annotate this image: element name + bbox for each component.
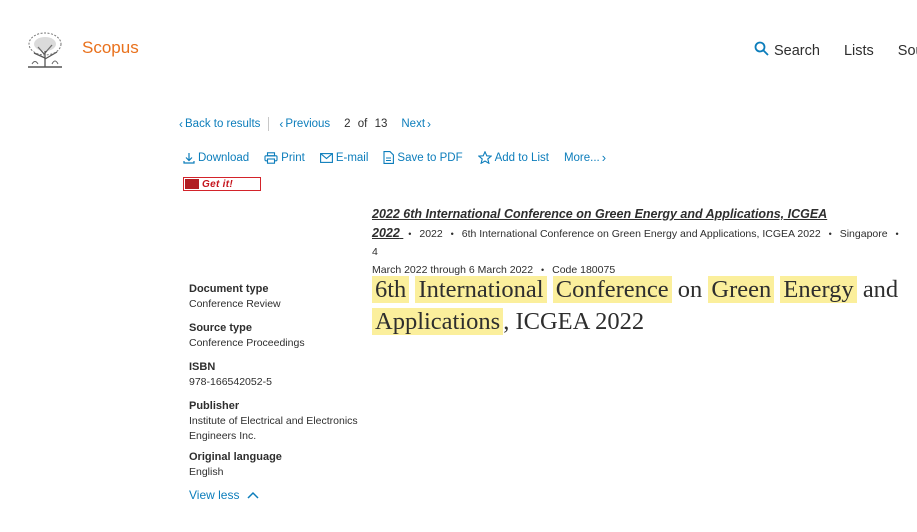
- chevron-right-icon: ›: [601, 150, 607, 165]
- pdf-icon: [383, 151, 395, 164]
- source-year: 2022: [419, 228, 443, 240]
- download-icon: [183, 152, 195, 164]
- download-label: Download: [198, 151, 250, 164]
- title-word: and: [862, 276, 899, 303]
- meta-publisher: Publisher Institute of Electrical and El…: [189, 399, 369, 444]
- title-word: Conference: [552, 276, 672, 303]
- previous-link[interactable]: Previous: [285, 118, 330, 130]
- meta-source-type: Source type Conference Proceedings: [189, 321, 369, 351]
- title-suffix: , ICGEA 2022: [503, 308, 645, 335]
- result-current: 2: [344, 118, 351, 130]
- save-pdf-button[interactable]: Save to PDF: [383, 151, 463, 164]
- source-location: Singapore: [839, 228, 888, 240]
- add-to-list-label: Add to List: [494, 151, 549, 164]
- download-button[interactable]: Download: [183, 152, 249, 164]
- get-it-logo-icon: [185, 179, 199, 189]
- document-title: 6th International Conference on Green En…: [372, 274, 912, 338]
- email-button[interactable]: E-mail: [319, 151, 369, 164]
- meta-isbn: ISBN 978-166542052-5: [189, 360, 369, 390]
- title-word: on: [677, 276, 703, 303]
- chevron-left-icon: ‹: [279, 117, 284, 131]
- add-to-list-button[interactable]: Add to List: [477, 151, 549, 164]
- bullet: •: [408, 229, 412, 239]
- document-actions: Download Print E-mail Save to PDF Add to…: [183, 150, 621, 165]
- view-less-label: View less: [189, 488, 240, 502]
- email-label: E-mail: [335, 151, 369, 164]
- source-title-line1: 2022 6th International Conference on Gre…: [372, 207, 828, 221]
- print-label: Print: [281, 151, 305, 164]
- star-icon: [477, 151, 492, 164]
- elsevier-logo[interactable]: [24, 31, 66, 69]
- next-link[interactable]: Next: [401, 118, 425, 130]
- meta-label: ISBN: [189, 361, 216, 373]
- scopus-brand-link[interactable]: Scopus: [82, 38, 139, 58]
- title-word: Green: [708, 276, 775, 303]
- meta-label: Publisher: [189, 400, 240, 412]
- meta-label: Document type: [189, 283, 269, 295]
- bullet: •: [450, 229, 454, 239]
- meta-original-language: Original language English: [189, 450, 369, 480]
- source-info: 2022 6th International Conference on Gre…: [372, 205, 912, 279]
- meta-value: Conference Proceedings: [189, 337, 305, 349]
- print-icon: [264, 151, 278, 164]
- view-less-toggle[interactable]: View less: [189, 488, 259, 502]
- get-it-button[interactable]: Get it!: [183, 177, 261, 191]
- email-icon: [319, 152, 333, 163]
- bullet: •: [895, 229, 899, 239]
- result-total: 13: [374, 118, 388, 130]
- nav-sources[interactable]: Sou: [898, 43, 917, 59]
- result-navigation: ‹ Back to results ‹ Previous 2 of 13 Nex…: [177, 117, 433, 131]
- title-word: Energy: [780, 276, 857, 303]
- more-label: More...: [563, 151, 600, 164]
- search-icon: [754, 41, 774, 60]
- title-word: Applications: [372, 308, 504, 335]
- meta-value: Conference Review: [189, 298, 281, 310]
- source-date-day: 4: [372, 246, 378, 258]
- top-navigation: Search Lists Sou: [754, 41, 917, 60]
- nav-search-label: Search: [774, 42, 820, 59]
- title-word: 6th: [372, 276, 410, 303]
- source-conference: 6th International Conference on Green En…: [461, 228, 821, 240]
- back-to-results-link[interactable]: Back to results: [185, 118, 260, 130]
- meta-value: English: [189, 466, 224, 478]
- title-word: International: [415, 276, 547, 303]
- meta-label: Source type: [189, 322, 252, 334]
- result-counter: 2 of 13: [344, 118, 387, 130]
- nav-lists[interactable]: Lists: [844, 43, 874, 59]
- chevron-up-icon: [247, 491, 259, 499]
- source-title-line2: 2022: [372, 226, 400, 240]
- result-of: of: [357, 118, 368, 130]
- chevron-left-icon: ‹: [179, 117, 183, 131]
- meta-document-type: Document type Conference Review: [189, 282, 369, 312]
- save-pdf-label: Save to PDF: [397, 151, 463, 164]
- nav-search[interactable]: Search: [754, 41, 820, 60]
- meta-label: Original language: [189, 451, 282, 463]
- print-button[interactable]: Print: [264, 152, 305, 164]
- meta-value: 978-166542052-5: [189, 376, 272, 388]
- chevron-right-icon: ›: [427, 117, 432, 131]
- divider: [268, 117, 270, 131]
- meta-value: Institute of Electrical and Electronics …: [189, 415, 358, 442]
- bullet: •: [828, 229, 832, 239]
- get-it-label: Get it!: [202, 178, 233, 190]
- more-button[interactable]: More... ›: [564, 150, 606, 165]
